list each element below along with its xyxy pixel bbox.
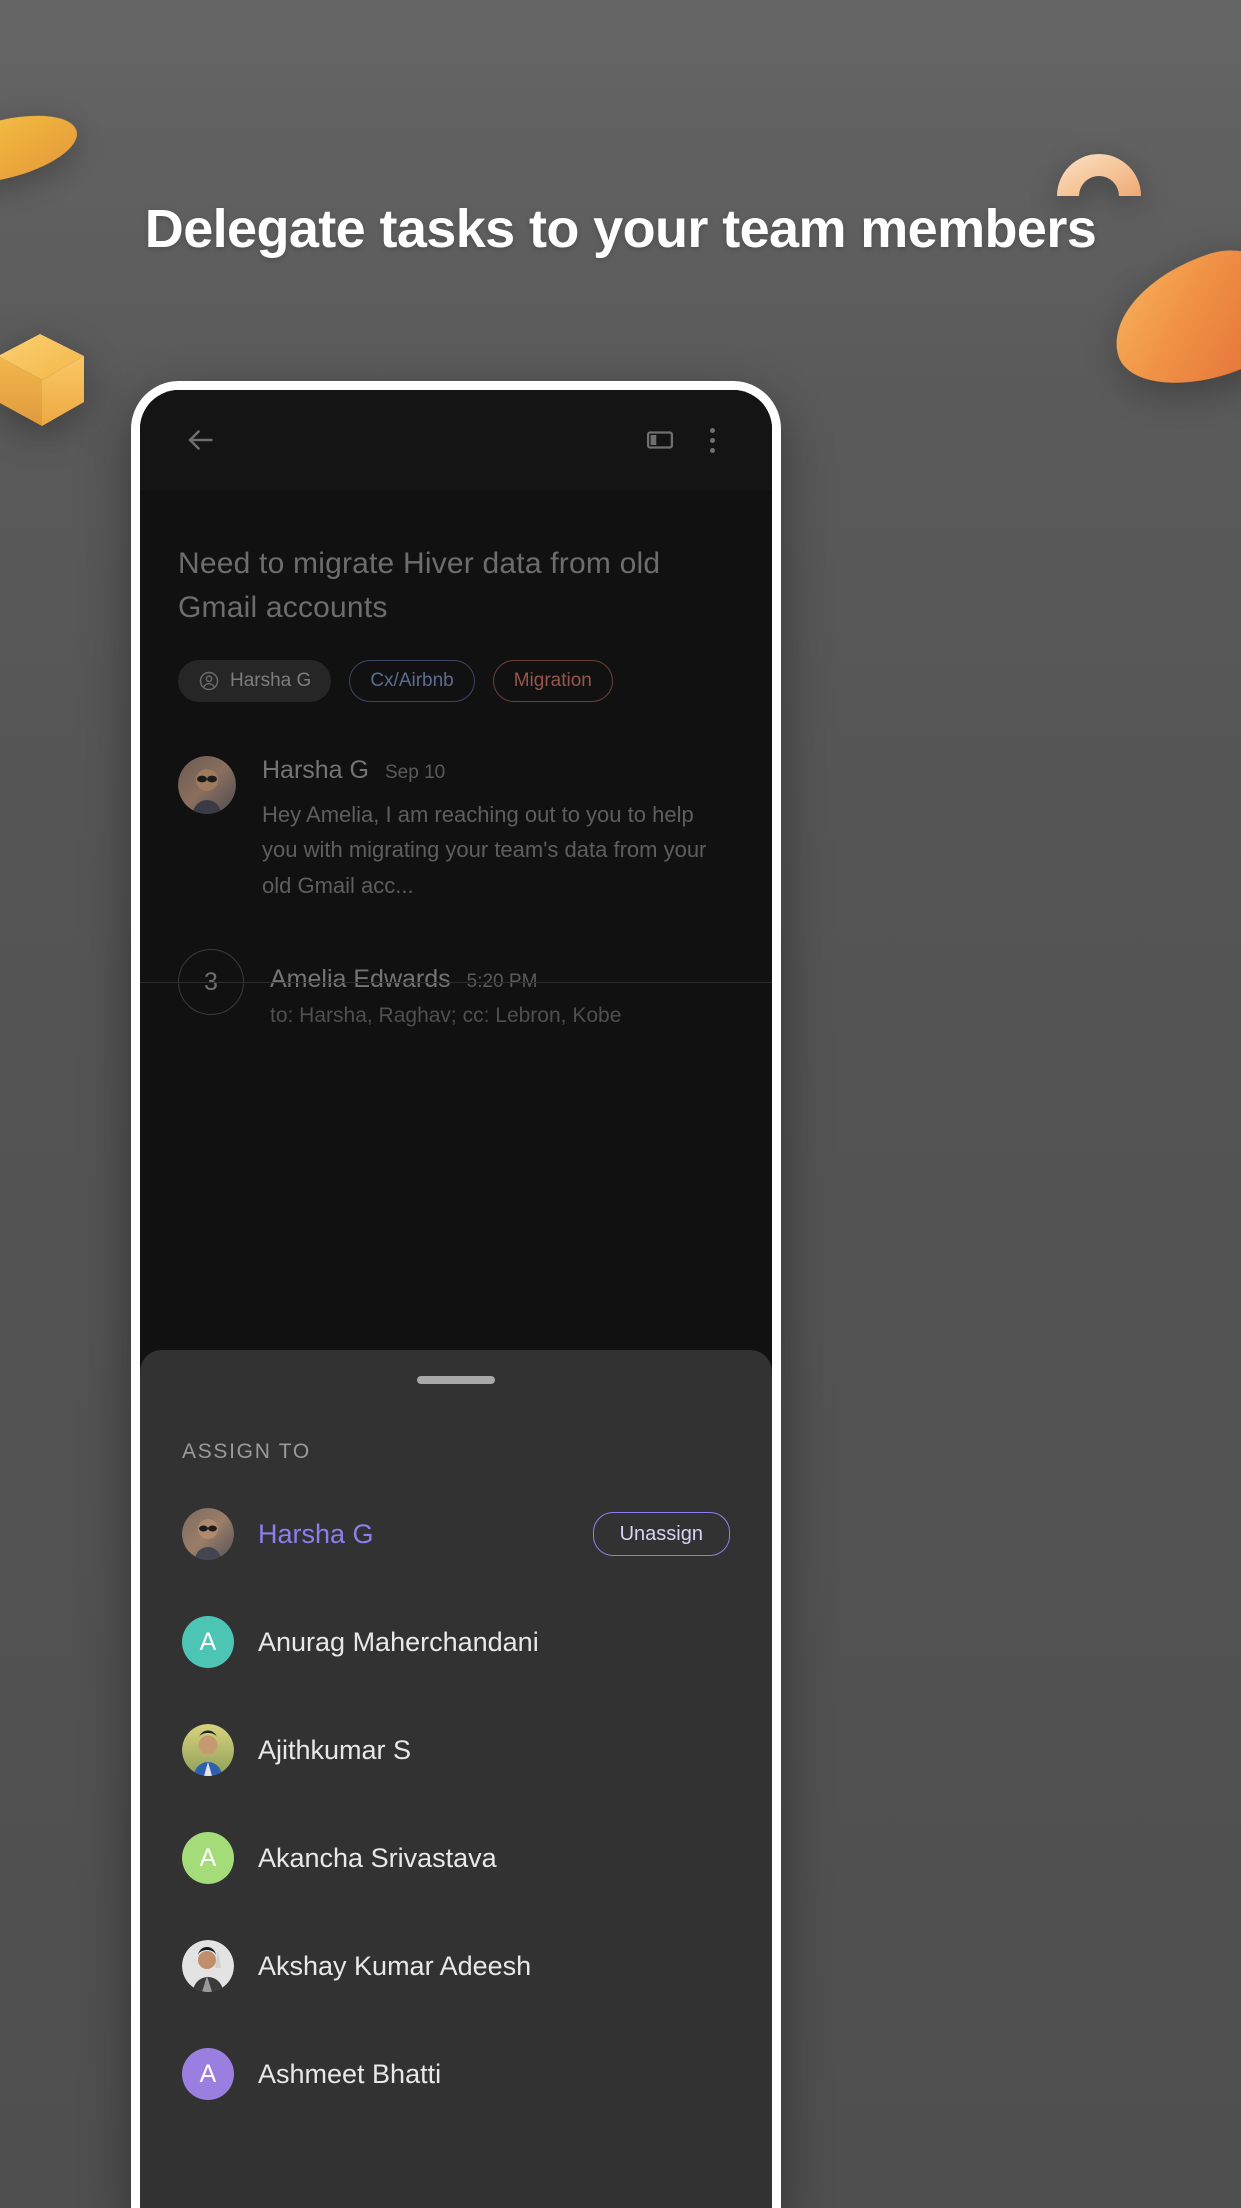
app-bar [140,390,772,490]
list-item[interactable]: A Akancha Srivastava [182,1818,730,1898]
avatar [182,1724,234,1776]
sheet-title: ASSIGN TO [182,1440,311,1463]
assignee-list: Harsha G Unassign A Anurag Maherchandani [182,1494,730,2114]
message-snippet: Hey Amelia, I am reaching out to you to … [262,801,707,898]
list-item[interactable]: A Ashmeet Bhatti [182,2034,730,2114]
chip-assignee[interactable]: Harsha G [178,659,332,702]
message-sender: Amelia Edwards [270,965,451,994]
message-recipients: to: Harsha, Raghav; cc: Lebron, Kobe [270,1004,622,1028]
person-circle-icon [198,670,220,692]
avatar [182,1940,234,1992]
avatar-initial: A [199,1627,217,1656]
arrow-left-icon[interactable] [174,414,226,466]
chip-row: Harsha G Cx/Airbnb Migration [178,659,734,702]
page-title: Delegate tasks to your team members [144,199,1097,259]
list-item[interactable]: Akshay Kumar Adeesh [182,1926,730,2006]
list-item-label: Ashmeet Bhatti [258,2058,442,2089]
mail-subject: Need to migrate Hiver data from old Gmai… [178,547,661,624]
list-item[interactable]: Ajithkumar S [182,1710,730,1790]
kebab-dots [709,427,715,453]
avatar-initial: A [199,1843,217,1872]
avatar: A [182,1616,234,1668]
chip-assignee-label: Harsha G [230,669,312,691]
app-screen: Need to migrate Hiver data from old Gmai… [140,390,772,2208]
phone-mockup: Need to migrate Hiver data from old Gmai… [131,381,781,2208]
message-sender: Harsha G [262,755,369,784]
chip-tag-label: Cx/Airbnb [370,669,454,691]
list-item-label: Akancha Srivastava [258,1842,497,1873]
avatar: A [182,2048,234,2100]
list-item-label: Akshay Kumar Adeesh [258,1950,532,1981]
chip-tag-migration[interactable]: Migration [492,659,613,702]
avatar [178,755,236,814]
divider [140,982,772,984]
list-item[interactable]: Harsha G Unassign [182,1494,730,1574]
avatar: A [182,1832,234,1884]
list-item[interactable]: A Anurag Maherchandani [182,1602,730,1682]
list-item-label: Ajithkumar S [258,1734,412,1765]
chip-tag-label: Migration [513,669,592,691]
message-time: Sep 10 [384,761,446,783]
message-row[interactable]: Harsha G Sep 10 Hey Amelia, I am reachin… [178,755,734,904]
unassign-button[interactable]: Unassign [592,1512,730,1556]
split-panel-icon[interactable] [634,414,686,466]
list-item-label: Anurag Maherchandani [258,1626,539,1657]
sheet-grabber-handle[interactable] [417,1376,495,1384]
avatar [182,1508,234,1560]
thread-count-row[interactable]: 3 Amelia Edwards 5:20 PM to: Harsha, Rag… [140,949,772,1028]
more-vertical-icon[interactable] [686,414,738,466]
list-item-label: Harsha G [258,1518,374,1549]
chip-tag-cx-airbnb[interactable]: Cx/Airbnb [349,659,475,702]
avatar-initial: A [199,2059,217,2088]
assign-bottom-sheet: ASSIGN TO Harsha G Unassign A Anurag Mah… [140,1350,772,2208]
